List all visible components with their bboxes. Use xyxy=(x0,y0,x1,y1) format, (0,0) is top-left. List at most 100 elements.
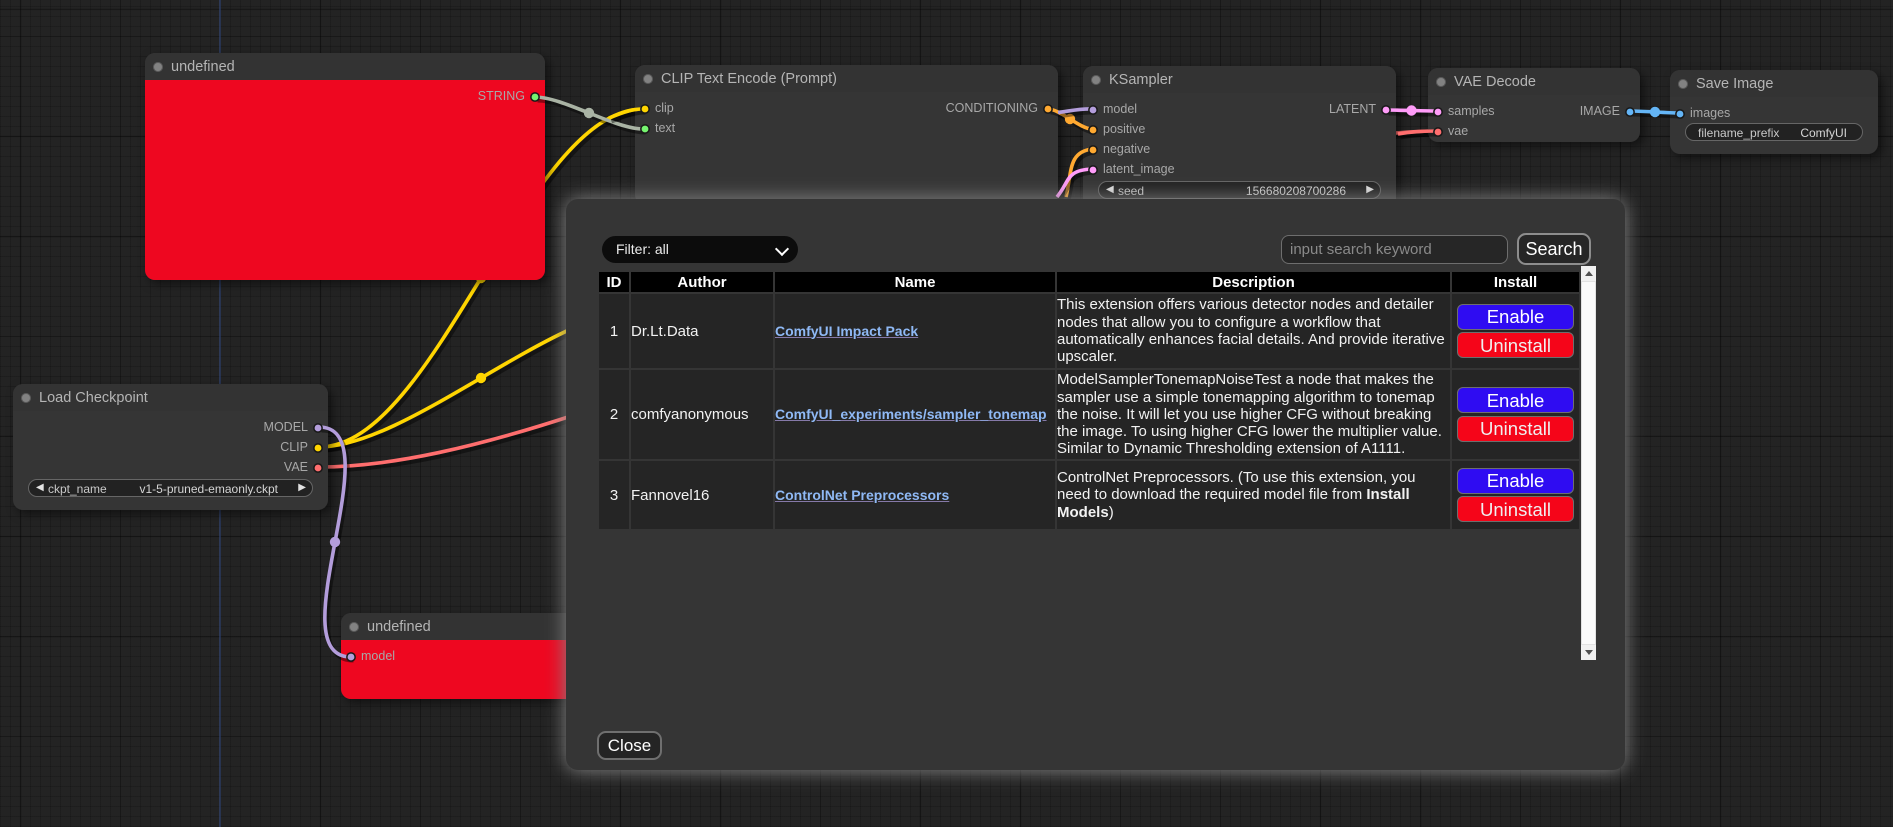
filter-dropdown-label: Filter: all xyxy=(616,241,669,257)
node-ksampler[interactable]: KSampler model positive negative latent_imag… xyxy=(1083,66,1396,216)
node-title: VAE Decode xyxy=(1454,74,1536,90)
extension-install-cell: EnableUninstall xyxy=(1452,461,1579,529)
uninstall-button[interactable]: Uninstall xyxy=(1457,496,1574,522)
extension-author: comfyanonymous xyxy=(631,370,773,459)
widget-ckpt_name[interactable]: ◀ ▶ ckpt_name v1-5-pruned-emaonly.ckpt xyxy=(28,479,313,497)
input-slot-label: samples xyxy=(1448,104,1495,118)
extensions-table: IDAuthorNameDescriptionInstall 1Dr.Lt.Da… xyxy=(597,270,1581,531)
node-titlebar[interactable]: Load Checkpoint xyxy=(13,384,328,411)
node-titlebar[interactable]: KSampler xyxy=(1083,66,1396,93)
enable-button[interactable]: Enable xyxy=(1457,387,1574,413)
extension-install-cell: EnableUninstall xyxy=(1452,294,1579,368)
output-slot-label: LATENT xyxy=(1329,102,1376,116)
output-slot-label: STRING xyxy=(478,89,525,103)
node-title: Save Image xyxy=(1696,76,1773,92)
extension-author: Fannovel16 xyxy=(631,461,773,529)
scrollbar-up-arrow-icon[interactable] xyxy=(1581,266,1596,281)
input-slot-label: model xyxy=(361,649,395,663)
node-titlebar[interactable]: CLIP Text Encode (Prompt) xyxy=(635,65,1058,92)
widget-left-arrow-icon[interactable]: ◀ xyxy=(36,482,44,493)
column-header-id: ID xyxy=(599,272,629,292)
output-slot-label: VAE xyxy=(284,460,308,474)
node-titlebar[interactable]: undefined xyxy=(145,53,545,80)
node-vae-decode[interactable]: VAE Decode samples vae IMAGE xyxy=(1428,68,1640,142)
widget-name: seed xyxy=(1118,184,1144,198)
input-slot-label: negative xyxy=(1103,142,1150,156)
extension-install-cell: Enable Uninstall xyxy=(1452,370,1579,459)
output-slot-label: MODEL xyxy=(264,420,308,434)
node-collapse-dot[interactable] xyxy=(1091,75,1101,85)
comfyui-app: undefined STRING CLIP Text Encode (Prompt)… xyxy=(0,0,1893,827)
node-body xyxy=(145,80,545,280)
widget-value: ComfyUI xyxy=(1800,126,1847,140)
column-header-description: Description xyxy=(1057,272,1450,292)
node-collapse-dot[interactable] xyxy=(153,62,163,72)
input-slot-label: model xyxy=(1103,102,1137,116)
widget-name: ckpt_name xyxy=(48,482,107,496)
widget-right-arrow-icon[interactable]: ▶ xyxy=(298,482,306,493)
output-slot-label: CONDITIONING xyxy=(946,101,1038,115)
input-slot-label: text xyxy=(655,121,675,135)
input-slot-label: vae xyxy=(1448,124,1468,138)
extension-id: 2 xyxy=(599,370,629,459)
search-button[interactable]: Search xyxy=(1517,233,1591,265)
comfyui-manager-dialog: Filter: all Search IDAuthorNameDescripti… xyxy=(566,199,1625,770)
uninstall-button[interactable]: Uninstall xyxy=(1457,332,1574,358)
extension-description: This extension offers various detector n… xyxy=(1057,294,1450,368)
extension-link[interactable]: ControlNet Preprocessors xyxy=(775,487,949,503)
node-collapse-dot[interactable] xyxy=(349,622,359,632)
extensions-table-container: IDAuthorNameDescriptionInstall 1Dr.Lt.Da… xyxy=(597,270,1609,662)
node-collapse-dot[interactable] xyxy=(643,74,653,84)
filter-dropdown[interactable]: Filter: all xyxy=(602,236,798,263)
node-title: Load Checkpoint xyxy=(39,390,148,406)
widget-value: v1-5-pruned-emaonly.ckpt xyxy=(139,482,278,496)
node-title: CLIP Text Encode (Prompt) xyxy=(661,71,837,87)
node-load-checkpoint[interactable]: Load Checkpoint MODEL CLIP VAE ◀ ▶ ckpt_name v1… xyxy=(13,384,328,510)
widget-left-arrow-icon[interactable]: ◀ xyxy=(1106,184,1114,195)
input-slot-label: clip xyxy=(655,101,674,115)
node-collapse-dot[interactable] xyxy=(1678,79,1688,89)
node-undefined-1[interactable]: undefined STRING xyxy=(145,53,545,280)
search-input[interactable] xyxy=(1281,235,1508,264)
node-collapse-dot[interactable] xyxy=(1436,77,1446,87)
chevron-down-icon xyxy=(775,242,789,256)
extension-id: 1 xyxy=(599,294,629,368)
table-scrollbar[interactable] xyxy=(1581,266,1596,660)
widget-name: filename_prefix xyxy=(1698,126,1779,140)
node-title: KSampler xyxy=(1109,72,1173,88)
node-clip-text-encode[interactable]: CLIP Text Encode (Prompt) clip text CONDITI… xyxy=(635,65,1058,205)
widget-right-arrow-icon[interactable]: ▶ xyxy=(1366,184,1374,195)
scrollbar-thumb[interactable] xyxy=(1581,281,1596,645)
enable-button[interactable]: Enable xyxy=(1457,468,1574,494)
output-slot-label: IMAGE xyxy=(1580,104,1620,118)
scrollbar-down-arrow-icon[interactable] xyxy=(1581,645,1596,660)
input-slot-label: positive xyxy=(1103,122,1145,136)
node-title: undefined xyxy=(171,59,235,75)
node-collapse-dot[interactable] xyxy=(21,393,31,403)
node-title: undefined xyxy=(367,619,431,635)
input-slot-label: images xyxy=(1690,106,1730,120)
extension-link[interactable]: ComfyUI Impact Pack xyxy=(775,323,918,339)
uninstall-button[interactable]: Uninstall xyxy=(1457,416,1574,442)
extension-author: Dr.Lt.Data xyxy=(631,294,773,368)
node-titlebar[interactable]: VAE Decode xyxy=(1428,68,1640,95)
input-slot-label: latent_image xyxy=(1103,162,1175,176)
close-button[interactable]: Close xyxy=(597,731,662,760)
widget-filename_prefix[interactable]: filename_prefix ComfyUI xyxy=(1685,123,1863,141)
extension-description: ModelSamplerTonemapNoiseTest a node that… xyxy=(1057,370,1450,459)
extension-row: 2comfyanonymousComfyUI_experiments/sampl… xyxy=(599,370,1579,459)
extension-description: ControlNet Preprocessors. (To use this e… xyxy=(1057,461,1450,529)
extension-row: 3Fannovel16ControlNet Preprocessors Contr… xyxy=(599,461,1579,529)
widget-value: 156680208700286 xyxy=(1246,184,1346,198)
column-header-author: Author xyxy=(631,272,773,292)
output-slot-label: CLIP xyxy=(280,440,308,454)
column-header-name: Name xyxy=(775,272,1055,292)
enable-button[interactable]: Enable xyxy=(1457,304,1574,330)
extension-link[interactable]: ComfyUI_experiments/sampler_tonemap xyxy=(775,406,1047,422)
node-titlebar[interactable]: Save Image xyxy=(1670,70,1878,97)
extension-id: 3 xyxy=(599,461,629,529)
extension-row: 1Dr.Lt.DataComfyUI Impact Pack This exten… xyxy=(599,294,1579,368)
widget-seed[interactable]: ◀ ▶ seed 156680208700286 xyxy=(1098,181,1381,199)
column-header-install: Install xyxy=(1452,272,1579,292)
node-save-image[interactable]: Save Image images filename_prefix ComfyUI xyxy=(1670,70,1878,154)
